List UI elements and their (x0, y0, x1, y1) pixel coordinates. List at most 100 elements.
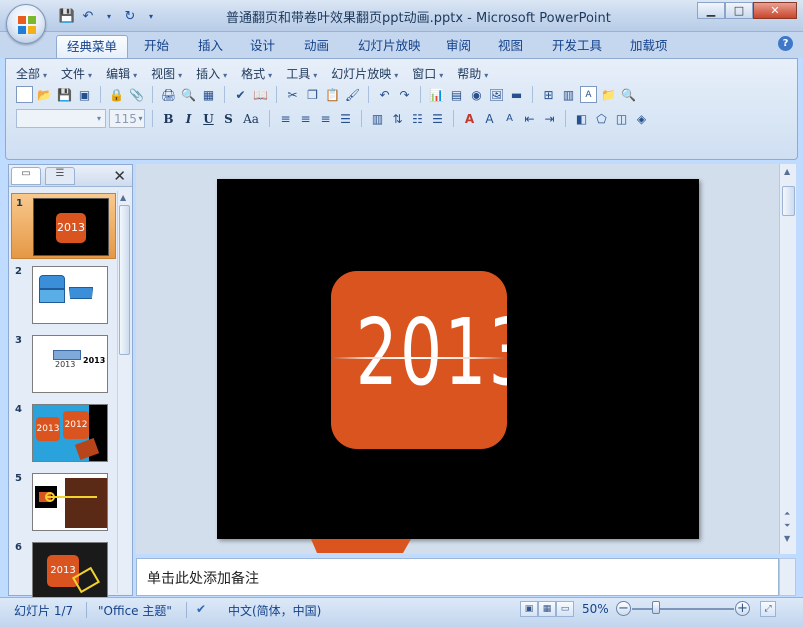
font-color-icon[interactable]: A (461, 110, 478, 127)
spell-check-icon[interactable]: ✔ (196, 602, 206, 616)
format-painter-icon[interactable]: 🖌 (344, 86, 361, 103)
slide-sorter-view-icon[interactable]: ▦ (538, 601, 556, 617)
layout-icon[interactable]: ▥ (560, 86, 577, 103)
menu-help[interactable]: 帮助 ▾ (457, 65, 488, 81)
cut-icon[interactable]: ✂ (284, 86, 301, 103)
menu-slideshow[interactable]: 幻灯片放映 ▾ (331, 65, 398, 81)
zoom-level[interactable]: 50% (582, 602, 609, 616)
tab-home[interactable]: 开始 (134, 35, 179, 58)
redo-icon[interactable]: ↷ (396, 86, 413, 103)
italic-button[interactable]: I (180, 110, 197, 127)
scroll-down-icon[interactable]: ▼ (784, 534, 790, 543)
menu-insert[interactable]: 插入 ▾ (196, 65, 227, 81)
clip-art-icon[interactable]: ◉ (468, 86, 485, 103)
align-right-icon[interactable]: ≡ (317, 110, 334, 127)
open-folder-icon[interactable]: 📂 (36, 86, 53, 103)
change-case-button[interactable]: Aa (240, 110, 262, 127)
close-button[interactable]: ✕ (753, 2, 797, 19)
spelling-icon[interactable]: ✔ (232, 86, 249, 103)
shapes-icon[interactable]: ⬠ (593, 110, 610, 127)
insert-chart-icon[interactable]: 📊 (428, 86, 445, 103)
tab-developer[interactable]: 开发工具 (542, 35, 612, 58)
zoom-slider-track[interactable] (632, 608, 734, 610)
zoom-slider-handle[interactable] (652, 601, 660, 614)
tab-view[interactable]: 视图 (488, 35, 533, 58)
save-icon[interactable]: 💾 (58, 7, 76, 25)
tab-addins[interactable]: 加载项 (620, 35, 678, 58)
scroll-up-icon[interactable]: ▲ (784, 167, 790, 176)
picture-icon[interactable]: 🖼 (488, 86, 505, 103)
slide-thumbnail[interactable]: 1 2013 (11, 193, 116, 259)
menu-all[interactable]: 全部 ▾ (16, 65, 47, 81)
language-indicator[interactable]: 中文(简体，中国) (228, 602, 321, 619)
scroll-thumb[interactable] (782, 186, 795, 216)
help-icon[interactable]: ? (778, 36, 793, 51)
minimize-button[interactable]: ▁ (697, 2, 725, 19)
slides-tab[interactable]: ▭ (11, 167, 41, 185)
zoom-icon[interactable]: 🔍 (620, 86, 637, 103)
fit-to-window-icon[interactable]: ⤢ (760, 601, 776, 617)
undo-icon[interactable]: ↶ (376, 86, 393, 103)
shape-fill-icon[interactable]: ◈ (633, 110, 650, 127)
notes-pane[interactable]: 单击此处添加备注 (136, 558, 779, 596)
print-icon[interactable]: 🖨 (160, 86, 177, 103)
outline-tab[interactable]: ☰ (45, 167, 75, 185)
tab-review[interactable]: 审阅 (436, 35, 481, 58)
text-direction-icon[interactable]: ⇅ (389, 110, 406, 127)
arrange-icon[interactable]: ◧ (573, 110, 590, 127)
undo-dropdown-icon[interactable]: ▾ (100, 7, 118, 25)
menu-tools[interactable]: 工具 ▾ (286, 65, 317, 81)
slideshow-view-icon[interactable]: ▭ (556, 601, 574, 617)
new-document-icon[interactable] (16, 86, 33, 103)
numbering-icon[interactable]: ☷ (409, 110, 426, 127)
customize-icon[interactable]: ▾ (142, 7, 160, 25)
shadow-button[interactable]: S (220, 110, 237, 127)
theme-name[interactable]: "Office 主题" (98, 602, 172, 619)
zoom-out-icon[interactable]: − (616, 601, 631, 616)
decrease-indent-icon[interactable]: ⇤ (521, 110, 538, 127)
print-preview-icon[interactable]: 🔍 (180, 86, 197, 103)
text-box-icon[interactable]: A (580, 86, 597, 103)
insert-table-icon[interactable]: ▤ (448, 86, 465, 103)
grow-font-icon[interactable]: A (481, 110, 498, 127)
maximize-button[interactable]: □ (725, 2, 753, 19)
slide-thumbnail[interactable]: 3 2013 2013 (11, 331, 116, 397)
increase-indent-icon[interactable]: ⇥ (541, 110, 558, 127)
research-icon[interactable]: 📖 (252, 86, 269, 103)
save-icon[interactable]: 💾 (56, 86, 73, 103)
next-slide-icon[interactable]: ⏷ (784, 521, 790, 531)
zoom-in-icon[interactable]: + (735, 601, 750, 616)
justify-icon[interactable]: ☰ (337, 110, 354, 127)
slide-scrollbar[interactable]: ▲ ⏶ ⏷ ▼ (779, 164, 796, 554)
scroll-up-icon[interactable]: ▲ (120, 193, 126, 202)
attach-icon[interactable]: 📎 (128, 86, 145, 103)
office-button[interactable] (6, 4, 46, 44)
color-bar-icon[interactable]: ▬ (508, 86, 525, 103)
slide-thumbnail[interactable]: 6 2013 (11, 538, 116, 604)
close-icon[interactable]: ✕ (113, 167, 126, 185)
slide-thumbnail[interactable]: 5 (11, 469, 116, 535)
notes-scrollbar[interactable] (779, 558, 796, 596)
year-tile[interactable]: 2013 (331, 271, 507, 449)
slide-thumbnail[interactable]: 4 2013 2012 (11, 400, 116, 466)
slides-pane-scrollbar[interactable]: ▲ (117, 191, 130, 593)
quick-styles-icon[interactable]: ◫ (613, 110, 630, 127)
undo-icon[interactable]: ↶ (79, 7, 97, 25)
menu-format[interactable]: 格式 ▾ (241, 65, 272, 81)
grid-icon[interactable]: ▦ (200, 86, 217, 103)
columns-icon[interactable]: ▥ (369, 110, 386, 127)
scroll-thumb[interactable] (119, 205, 130, 355)
underline-button[interactable]: U (200, 110, 217, 127)
current-slide[interactable]: 2013 (217, 179, 699, 539)
tab-slideshow[interactable]: 幻灯片放映 (348, 35, 431, 58)
tab-animation[interactable]: 动画 (294, 35, 339, 58)
paste-icon[interactable]: 📋 (324, 86, 341, 103)
copy-icon[interactable]: ❐ (304, 86, 321, 103)
new-slide-icon[interactable]: ⊞ (540, 86, 557, 103)
bold-button[interactable]: B (160, 110, 177, 127)
permission-icon[interactable]: 🔒 (108, 86, 125, 103)
tab-insert[interactable]: 插入 (188, 35, 233, 58)
tab-design[interactable]: 设计 (240, 35, 285, 58)
align-center-icon[interactable]: ≡ (297, 110, 314, 127)
font-size-combo[interactable]: 115 ▾ (109, 109, 145, 128)
